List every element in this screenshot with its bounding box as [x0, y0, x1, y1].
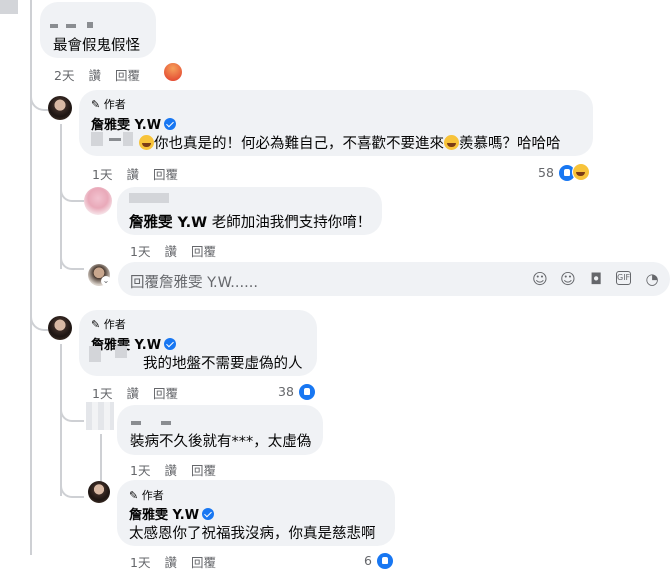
comment-text: 詹雅雯 Y.W 老師加油我們支持你唷！ [129, 215, 372, 231]
thread-curve [60, 486, 84, 498]
thread-curve [60, 258, 84, 270]
verified-icon [164, 338, 177, 350]
timestamp[interactable]: 1天 [130, 244, 150, 259]
avatar[interactable] [84, 187, 112, 215]
comment-bubble: ✎ 作者 詹雅雯 Y.W 太感恩你了祝福我沒病，你真是慈悲啊 [117, 480, 395, 546]
emoji-icon[interactable]: ☺ [560, 271, 576, 287]
verified-icon [164, 118, 177, 130]
like-button[interactable]: 讚 [164, 463, 177, 478]
thread-curve [30, 315, 48, 331]
blurred-avatar [0, 0, 18, 14]
avatar[interactable] [88, 481, 110, 503]
reaction-summary[interactable]: 38 [278, 381, 315, 400]
thread-line [30, 0, 32, 555]
blurred-name [66, 24, 76, 28]
avatar-sticker-icon[interactable]: ☺ [532, 271, 548, 287]
pen-icon: ✎ [129, 489, 142, 502]
blurred-name [161, 421, 171, 425]
comment-actions: 1天讚回覆 [92, 164, 192, 183]
avatar[interactable] [48, 96, 72, 120]
comment-text: 我的地盤不需要虛偽的人 [143, 356, 303, 372]
blurred-mention [91, 132, 103, 146]
reply-placeholder: 回覆詹雅雯 Y.W...... [130, 275, 258, 291]
avatar[interactable] [48, 316, 72, 340]
haha-react-icon [572, 163, 590, 181]
grinning-emoji-icon [139, 135, 154, 150]
comment-actions: 1天讚回覆 [92, 383, 192, 402]
reaction-summary[interactable]: 58 [538, 162, 590, 181]
chevron-down-icon[interactable]: ⌄ [101, 276, 111, 286]
author-badge: ✎ 作者 [129, 489, 164, 502]
comment-text: 你也真是的！何必為難自己，不喜歡不要進來 羨慕嗎？哈哈哈 [139, 132, 561, 153]
gif-icon[interactable]: GIF [616, 271, 631, 285]
thread-curve [60, 190, 84, 202]
grinning-emoji-icon [444, 135, 459, 150]
timestamp[interactable]: 2天 [54, 68, 74, 83]
comment-bubble: ✎ 作者 詹雅雯 Y.W 我的地盤不需要虛偽的人 [79, 310, 317, 376]
timestamp[interactable]: 1天 [92, 386, 112, 401]
blurred-name [129, 193, 169, 203]
verified-icon [202, 508, 215, 520]
blurred-mention [109, 138, 121, 141]
pen-icon: ✎ [91, 318, 104, 331]
blurred-name [87, 22, 93, 28]
timestamp[interactable]: 1天 [130, 463, 150, 478]
comment-text: 太感恩你了祝福我沒病，你真是慈悲啊 [129, 526, 376, 542]
timestamp[interactable]: 1天 [92, 167, 112, 182]
comment-bubble: 詹雅雯 Y.W 老師加油我們支持你唷！ [117, 187, 382, 235]
camera-icon[interactable]: ◘ [588, 271, 604, 287]
timestamp[interactable]: 1天 [130, 555, 150, 570]
comment-bubble: 裝病不久後就有***，太虛偽 [117, 405, 323, 455]
commenter-name[interactable]: 詹雅雯 Y.W [129, 504, 215, 523]
like-react-icon [377, 553, 394, 569]
reaction-count: 58 [538, 165, 554, 180]
pen-icon: ✎ [91, 98, 104, 111]
comment-text: 最會假鬼假怪 [53, 38, 140, 54]
reply-input[interactable]: 回覆詹雅雯 Y.W...... ☺ ☺ ◘ GIF ◔ [118, 262, 670, 296]
reaction-summary[interactable]: 6 [364, 550, 394, 569]
comment-bubble: 最會假鬼假怪 [40, 2, 156, 58]
thread-line [60, 344, 62, 496]
reply-button[interactable]: 回覆 [191, 244, 216, 259]
comment-actions: 1天讚回覆 [130, 460, 230, 479]
blurred-name [50, 24, 58, 28]
like-button[interactable]: 讚 [164, 244, 177, 259]
author-badge: ✎ 作者 [91, 318, 126, 331]
mention-link[interactable]: 詹雅雯 Y.W [129, 215, 207, 231]
comment-actions: 1天讚回覆 [130, 552, 230, 571]
comment-bubble: ✎ 作者 詹雅雯 Y.W 你也真是的！何必為難自己，不喜歡不要進來 羨慕嗎？哈哈哈 [79, 90, 593, 156]
reaction-count: 38 [278, 384, 294, 399]
like-button[interactable]: 讚 [126, 167, 139, 182]
avatar[interactable] [86, 402, 114, 430]
author-badge: ✎ 作者 [91, 98, 126, 111]
thread-curve [60, 410, 84, 422]
comment-actions: 2天讚回覆 [54, 65, 154, 84]
blurred-mention [115, 346, 127, 358]
like-button[interactable]: 讚 [164, 555, 177, 570]
angry-react-icon[interactable] [164, 63, 182, 81]
like-react-icon [299, 384, 315, 400]
reply-button[interactable]: 回覆 [153, 386, 178, 401]
comment-text: 裝病不久後就有***，太虛偽 [130, 434, 312, 450]
thread-curve [30, 95, 48, 111]
reply-button[interactable]: 回覆 [153, 167, 178, 182]
reply-button[interactable]: 回覆 [191, 463, 216, 478]
sticker-icon[interactable]: ◔ [644, 271, 660, 287]
commenter-name[interactable]: 詹雅雯 Y.W [91, 114, 177, 133]
reply-button[interactable]: 回覆 [191, 555, 216, 570]
comment-actions: 1天讚回覆 [130, 241, 230, 260]
like-button[interactable]: 讚 [126, 386, 139, 401]
blurred-mention [89, 346, 101, 362]
blurred-mention [123, 132, 133, 146]
blurred-name [131, 421, 141, 425]
like-button[interactable]: 讚 [88, 68, 101, 83]
commenter-name[interactable]: 詹雅雯 Y.W [91, 334, 177, 353]
reply-button[interactable]: 回覆 [115, 68, 140, 83]
